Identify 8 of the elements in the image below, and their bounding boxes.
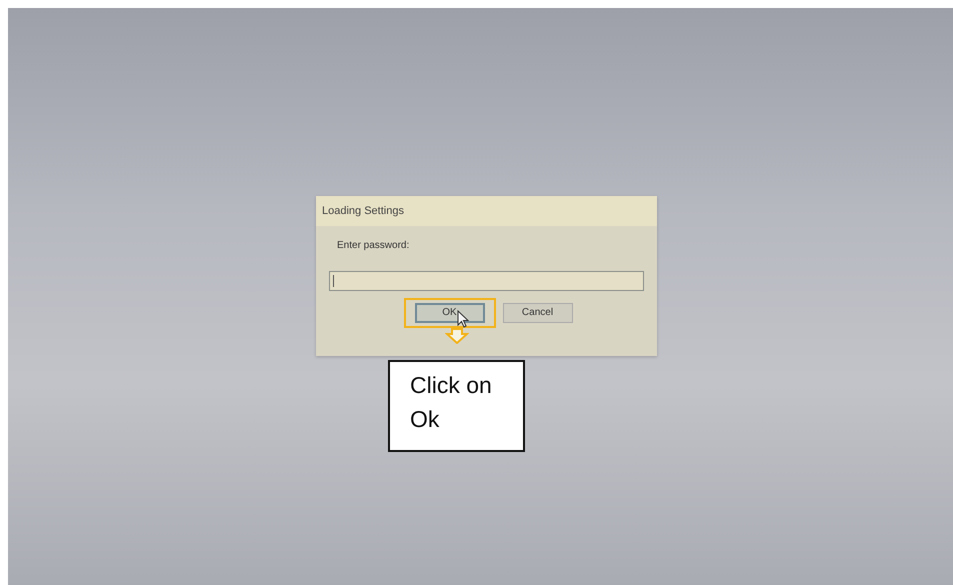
window-title: Loading Settings: [322, 205, 404, 217]
mouse-pointer-icon: [456, 310, 468, 328]
prompt-label: Enter password:: [337, 240, 410, 251]
down-arrow-icon: [444, 328, 468, 344]
dialog-button[interactable]: Cancel: [502, 302, 572, 322]
dialog-button[interactable]: OK: [414, 302, 484, 322]
password-field[interactable]: [329, 271, 644, 291]
callout-text: Click on Ok: [410, 371, 493, 434]
